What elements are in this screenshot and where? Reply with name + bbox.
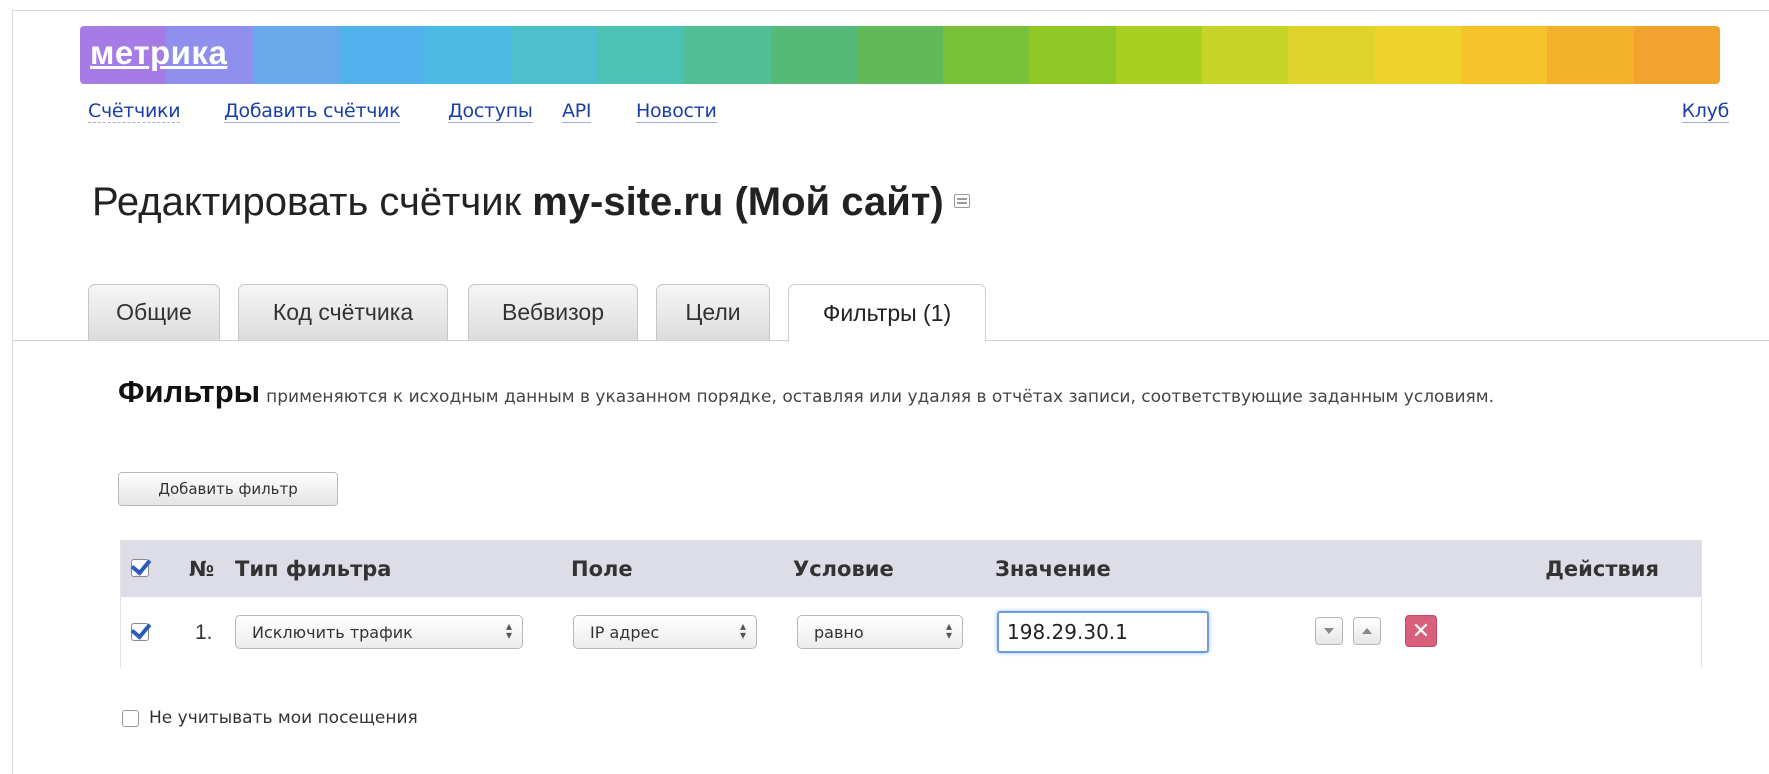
- column-header-type: Тип фильтра: [235, 557, 392, 581]
- ignore-visits-checkbox[interactable]: [122, 709, 139, 727]
- rainbow-segment: [1115, 26, 1203, 84]
- edit-list-icon[interactable]: [953, 194, 970, 209]
- condition-select[interactable]: равно ▴ ▾: [797, 615, 963, 649]
- rainbow-segment: [856, 26, 944, 84]
- page-title: Редактировать счётчик my-site.ru (Мой са…: [92, 180, 970, 225]
- rainbow-segment: [1633, 26, 1720, 84]
- rainbow-segment: [943, 26, 1030, 84]
- column-header-value: Значение: [995, 557, 1111, 581]
- tab-filters[interactable]: Фильтры (1): [788, 284, 986, 342]
- rainbow-segment: [1202, 26, 1289, 84]
- filters-heading: Фильтры: [118, 374, 261, 409]
- filter-type-select[interactable]: Исключить трафик ▴ ▾: [235, 615, 523, 649]
- rainbow-segment: [770, 26, 857, 84]
- page-title-site: my-site.ru (Мой сайт): [532, 180, 944, 224]
- tab-goals[interactable]: Цели: [656, 284, 770, 340]
- tab-counter-code[interactable]: Код счётчика: [238, 284, 448, 340]
- header-rainbow-bar: [80, 26, 1720, 84]
- rainbow-segment: [252, 26, 339, 84]
- rainbow-segment: [425, 26, 512, 84]
- rainbow-segment: [684, 26, 771, 84]
- column-header-condition: Условие: [793, 557, 894, 581]
- table-header: № Тип фильтра Поле Условие Значение Дейс…: [121, 541, 1701, 597]
- tab-general[interactable]: Общие: [88, 284, 220, 340]
- ignore-visits-label: Не учитывать мои посещения: [149, 708, 418, 728]
- select-arrows-icon: ▴ ▾: [505, 619, 512, 642]
- rainbow-segment: [338, 26, 426, 84]
- rainbow-segment: [511, 26, 598, 84]
- nav-counters[interactable]: Счётчики: [88, 100, 181, 123]
- select-all-checkbox[interactable]: [131, 559, 149, 577]
- top-navigation: Счётчики Добавить счётчик Доступы API Но…: [88, 100, 1729, 130]
- rainbow-segment: [1461, 26, 1548, 84]
- condition-value: равно: [814, 622, 864, 642]
- ignore-visits-option[interactable]: Не учитывать мои посещения: [122, 708, 418, 728]
- arrow-up-icon: [1362, 628, 1372, 634]
- nav-add-counter[interactable]: Добавить счётчик: [224, 100, 401, 123]
- row-number: 1.: [195, 621, 213, 644]
- rainbow-segment: [1288, 26, 1375, 84]
- table-row: 1. Исключить трафик ▴ ▾ IP адрес ▴ ▾ равно…: [121, 597, 1701, 669]
- nav-club[interactable]: Клуб: [1681, 100, 1729, 123]
- rainbow-segment: [597, 26, 685, 84]
- filters-description-text: применяются к исходным данным в указанно…: [266, 387, 1494, 407]
- row-checkbox[interactable]: [131, 623, 149, 641]
- nav-api[interactable]: API: [562, 100, 591, 123]
- value-input[interactable]: [997, 611, 1209, 653]
- select-arrows-icon: ▴ ▾: [945, 619, 952, 642]
- nav-news[interactable]: Новости: [636, 100, 717, 123]
- nav-access[interactable]: Доступы: [448, 100, 533, 123]
- tab-webvisor[interactable]: Вебвизор: [468, 284, 638, 340]
- column-header-num: №: [189, 557, 215, 581]
- metrika-logo[interactable]: метрика: [90, 34, 227, 72]
- filter-type-value: Исключить трафик: [252, 622, 413, 642]
- page-title-prefix: Редактировать счётчик: [92, 180, 522, 224]
- move-up-button[interactable]: [1353, 617, 1381, 645]
- rainbow-segment: [1547, 26, 1634, 84]
- add-filter-button[interactable]: Добавить фильтр: [118, 472, 338, 506]
- field-select[interactable]: IP адрес ▴ ▾: [573, 615, 757, 649]
- close-icon: ✕: [1411, 618, 1431, 644]
- delete-filter-button[interactable]: ✕: [1405, 615, 1437, 647]
- rainbow-segment: [1029, 26, 1116, 84]
- arrow-down-icon: [1324, 628, 1334, 634]
- filters-table: № Тип фильтра Поле Условие Значение Дейс…: [120, 540, 1702, 669]
- move-down-button[interactable]: [1315, 617, 1343, 645]
- column-header-actions: Действия: [1545, 557, 1659, 581]
- field-value: IP адрес: [590, 622, 660, 642]
- select-arrows-icon: ▴ ▾: [739, 619, 746, 642]
- rainbow-segment: [1374, 26, 1461, 84]
- column-header-field: Поле: [571, 557, 633, 581]
- filters-description: Фильтры применяются к исходным данным в у…: [118, 376, 1518, 413]
